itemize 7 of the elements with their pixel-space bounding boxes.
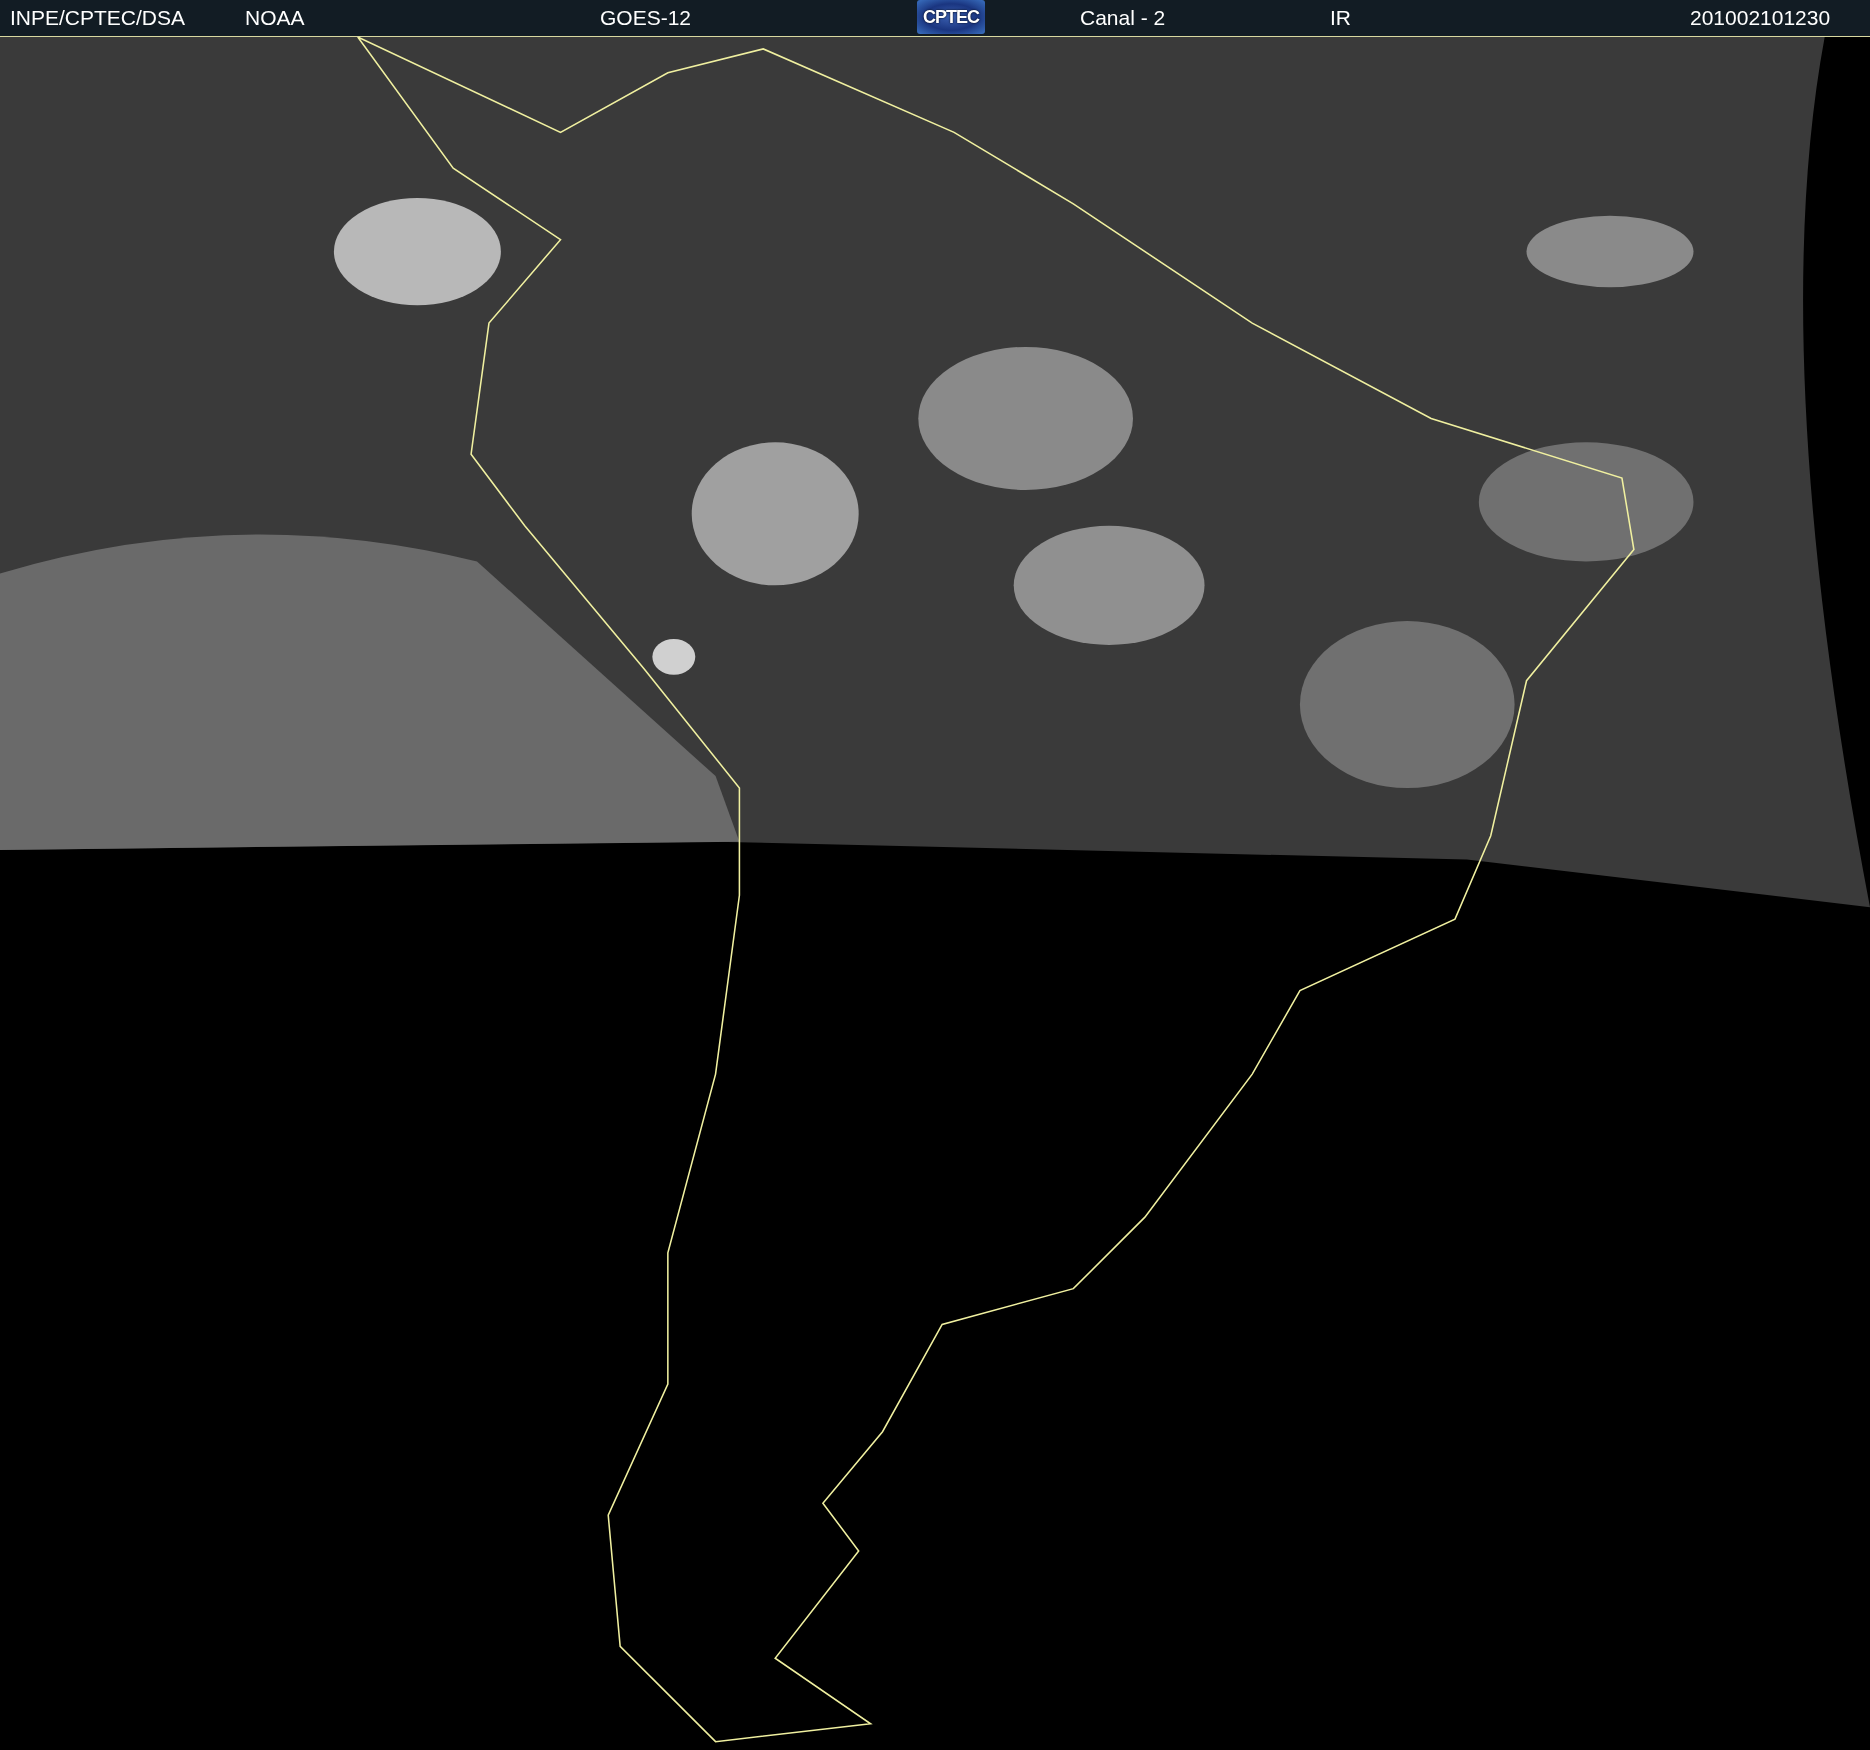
header-label: IR xyxy=(1330,7,1351,29)
header-label: INPE/CPTEC/DSA xyxy=(10,7,186,29)
header-label: GOES-12 xyxy=(600,7,692,29)
logo: CPTEC xyxy=(917,0,985,34)
header-label: Canal - 2 xyxy=(1080,7,1166,29)
header-label: NOAA xyxy=(245,7,305,29)
header-label: 201002101230 xyxy=(1690,7,1831,29)
